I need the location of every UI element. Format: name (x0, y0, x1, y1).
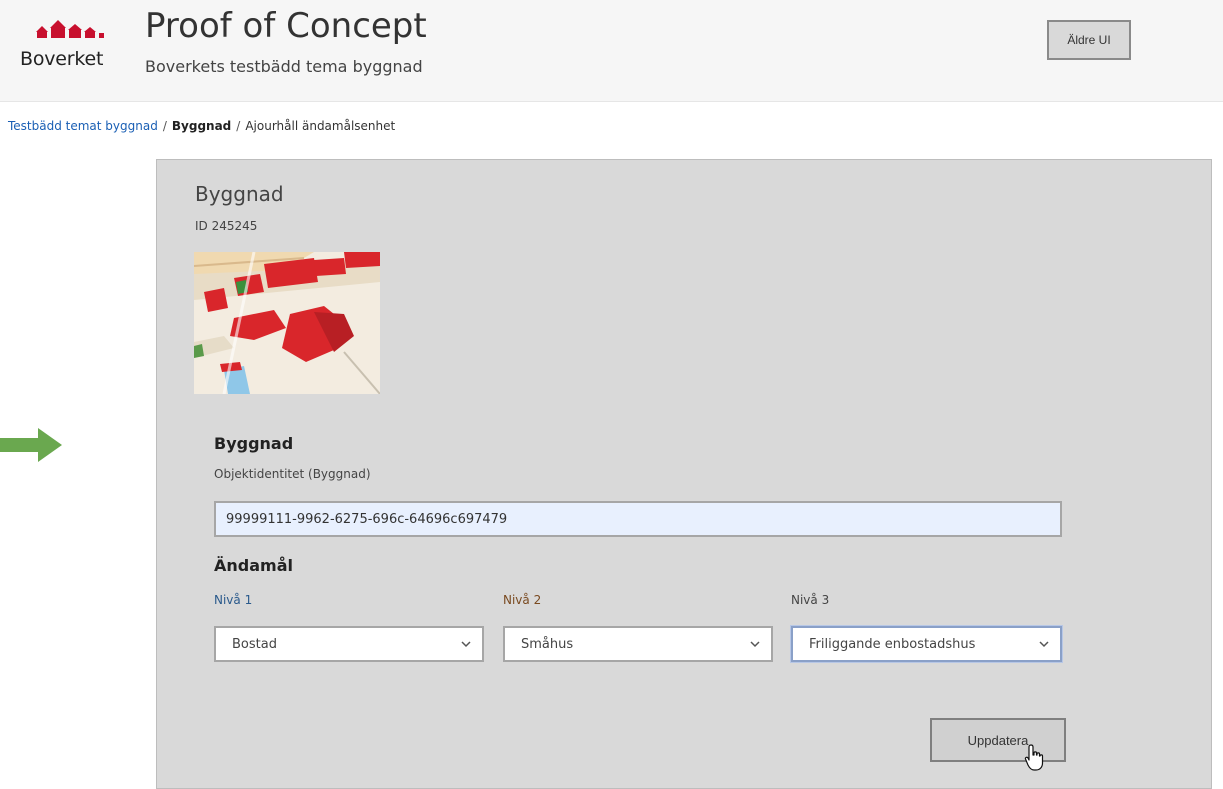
level-3-value: Friliggande enbostadshus (809, 636, 976, 652)
breadcrumb-item-byggnad[interactable]: Byggnad (172, 119, 231, 133)
level-3-select[interactable]: Friliggande enbostadshus (791, 626, 1062, 662)
level-2-label: Nivå 2 (503, 593, 542, 607)
building-panel: Byggnad ID 245245 Byggnad Objektidentite… (156, 159, 1212, 789)
chevron-down-icon (750, 641, 760, 648)
object-identity-label: Objektidentitet (Byggnad) (214, 467, 371, 481)
chevron-down-icon (1039, 641, 1049, 648)
page-title: Proof of Concept (145, 6, 427, 46)
boverket-logo-icon (36, 20, 104, 38)
panel-title: Byggnad (195, 182, 284, 206)
breadcrumb-item-testbadd[interactable]: Testbädd temat byggnad (8, 119, 158, 133)
level-1-label: Nivå 1 (214, 593, 253, 607)
level-1-value: Bostad (232, 636, 277, 652)
map-image (194, 252, 380, 394)
arrow-right-icon (0, 428, 62, 462)
building-section-title: Byggnad (214, 434, 294, 453)
legacy-ui-button[interactable]: Äldre UI (1047, 20, 1131, 60)
level-2-value: Småhus (521, 636, 574, 652)
breadcrumb-separator: / (236, 119, 241, 133)
level-2-select[interactable]: Småhus (503, 626, 773, 662)
building-id: ID 245245 (195, 219, 258, 233)
level-1-select[interactable]: Bostad (214, 626, 484, 662)
hand-cursor-icon (1024, 744, 1044, 771)
purpose-section-title: Ändamål (214, 556, 293, 575)
chevron-down-icon (461, 641, 471, 648)
breadcrumb-separator: / (162, 119, 167, 133)
building-map-thumbnail[interactable] (194, 252, 380, 394)
breadcrumb: Testbädd temat byggnad / Byggnad / Ajourhåll… (8, 119, 395, 133)
app-header: Boverket Proof of Concept Boverkets test… (0, 0, 1223, 102)
object-identity-input[interactable] (214, 501, 1062, 537)
breadcrumb-item-current: Ajourhåll ändamålsenhet (245, 119, 396, 133)
boverket-logo[interactable]: Boverket (20, 12, 125, 72)
logo-text: Boverket (20, 48, 104, 70)
level-3-label: Nivå 3 (791, 593, 830, 607)
page-subtitle: Boverkets testbädd tema byggnad (145, 57, 423, 76)
